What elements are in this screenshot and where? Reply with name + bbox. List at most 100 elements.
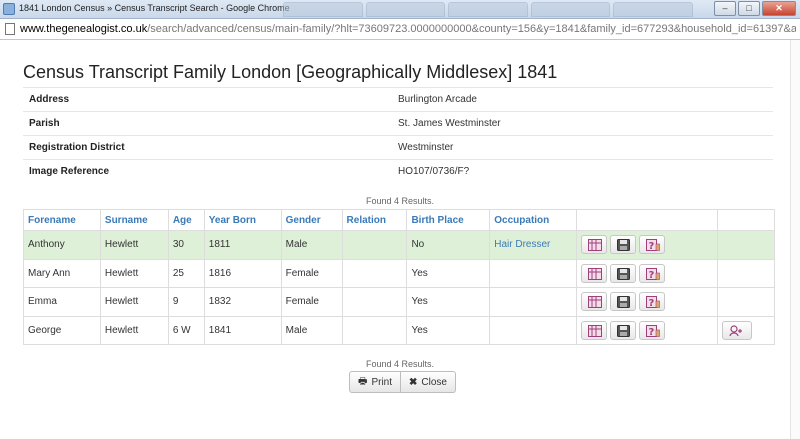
cell-occupation	[489, 315, 578, 345]
cell-relation	[341, 230, 408, 260]
cell-extra	[717, 258, 775, 288]
cell-relation	[341, 315, 408, 345]
table-row: Anthony Hewlett 30 1811 Male No Hair Dresser?	[23, 230, 775, 260]
cell-extra	[717, 287, 775, 317]
column-header-occupation[interactable]: Occupation	[489, 209, 578, 231]
cell-gender: Male	[280, 315, 343, 345]
page-title: Census Transcript Family London [Geograp…	[23, 62, 558, 82]
cell-age: 6 W	[167, 315, 205, 345]
save-disk-icon	[617, 239, 631, 252]
help-question-button[interactable]: ?	[639, 235, 666, 255]
browser-tab[interactable]	[448, 2, 528, 17]
cell-forename: Mary Ann	[23, 258, 101, 288]
help-question-icon: ?	[646, 324, 660, 337]
cell-year-born: 1832	[203, 287, 282, 317]
cell-birth-place: Yes	[406, 315, 491, 345]
print-button[interactable]: 🖶 Print	[349, 371, 402, 393]
household-info-table: Address Burlington Arcade Parish St. Jam…	[23, 87, 773, 184]
cell-birth-place: Yes	[406, 258, 491, 288]
scrollbar[interactable]	[790, 40, 800, 439]
info-row: Address Burlington Arcade	[23, 87, 773, 112]
column-header-surname[interactable]: Surname	[99, 209, 169, 231]
cell-actions: ?	[576, 230, 718, 260]
cell-extra	[717, 230, 775, 260]
census-image-icon	[588, 267, 603, 280]
column-header-relation[interactable]: Relation	[341, 209, 408, 231]
svg-text:?: ?	[649, 270, 655, 280]
info-label: Image Reference	[23, 159, 398, 184]
save-disk-button[interactable]	[610, 263, 637, 283]
cell-age: 30	[167, 230, 205, 260]
page-icon	[5, 23, 15, 35]
census-image-button[interactable]	[581, 292, 608, 312]
help-question-icon: ?	[646, 267, 660, 280]
save-disk-icon	[617, 324, 631, 337]
results-count-bottom: Found 4 Results.	[365, 359, 435, 369]
maximize-button[interactable]: □	[738, 1, 760, 16]
cell-gender: Female	[280, 258, 343, 288]
cell-forename: Anthony	[23, 230, 101, 260]
url-path: /search/advanced/census/main-family/?hlt…	[147, 23, 796, 35]
census-image-icon	[588, 296, 603, 309]
help-question-button[interactable]: ?	[639, 263, 666, 283]
browser-tab[interactable]	[283, 2, 363, 17]
save-disk-button[interactable]	[610, 235, 637, 255]
cell-occupation	[489, 287, 578, 317]
cell-surname: Hewlett	[99, 258, 169, 288]
close-window-button[interactable]: ✕	[762, 1, 796, 16]
cell-age: 25	[167, 258, 205, 288]
info-value: HO107/0736/F?	[398, 159, 773, 184]
help-question-button[interactable]: ?	[639, 320, 666, 340]
dialog-buttons: 🖶 Print ✖ Close	[349, 371, 456, 393]
census-image-button[interactable]	[581, 235, 608, 255]
cell-relation	[341, 258, 408, 288]
cell-occupation: Hair Dresser	[489, 230, 578, 260]
cell-year-born: 1811	[203, 230, 282, 260]
column-header-forename[interactable]: Forename	[23, 209, 101, 231]
column-header-extra	[717, 209, 775, 231]
cell-year-born: 1816	[203, 258, 282, 288]
info-value: Westminster	[398, 135, 773, 160]
save-disk-icon	[617, 296, 631, 309]
occupation-link[interactable]: Hair Dresser	[494, 239, 550, 250]
help-question-icon: ?	[646, 296, 660, 309]
help-question-button[interactable]: ?	[639, 292, 666, 312]
cell-occupation	[489, 258, 578, 288]
cell-surname: Hewlett	[99, 287, 169, 317]
table-row: Emma Hewlett 9 1832 Female Yes?	[23, 287, 775, 317]
address-bar[interactable]: www.thegenealogist.co.uk/search/advanced…	[0, 19, 800, 40]
info-label: Registration District	[23, 135, 398, 160]
browser-tab[interactable]	[613, 2, 693, 17]
url-text[interactable]: www.thegenealogist.co.uk/search/advanced…	[20, 23, 796, 35]
close-icon: ✖	[409, 376, 418, 388]
info-row: Registration District Westminster	[23, 135, 773, 160]
column-header-age[interactable]: Age	[167, 209, 205, 231]
cell-birth-place: No	[406, 230, 491, 260]
browser-tab[interactable]	[530, 2, 611, 17]
save-disk-button[interactable]	[610, 292, 637, 312]
close-button[interactable]: ✖ Close	[401, 371, 456, 393]
svg-text:?: ?	[649, 327, 655, 337]
printer-icon: 🖶	[358, 375, 368, 387]
page-content: Census Transcript Family London [Geograp…	[0, 40, 800, 439]
column-header-actions	[576, 209, 718, 231]
minimize-button[interactable]: –	[714, 1, 736, 16]
close-label: Close	[421, 376, 447, 388]
svg-text:?: ?	[649, 241, 655, 251]
related-person-button[interactable]	[722, 320, 752, 340]
cell-gender: Female	[280, 287, 343, 317]
census-image-button[interactable]	[581, 263, 608, 283]
column-header-birth-place[interactable]: Birth Place	[406, 209, 491, 231]
info-value: St. James Westminster	[398, 111, 773, 136]
cell-relation	[341, 287, 408, 317]
column-header-gender[interactable]: Gender	[280, 209, 343, 231]
census-image-button[interactable]	[581, 320, 608, 340]
cell-gender: Male	[280, 230, 343, 260]
save-disk-button[interactable]	[610, 320, 637, 340]
table-row: George Hewlett 6 W 1841 Male Yes?	[23, 315, 775, 345]
cell-surname: Hewlett	[99, 230, 169, 260]
svg-text:?: ?	[649, 298, 655, 308]
column-header-year-born[interactable]: Year Born	[203, 209, 282, 231]
browser-tab[interactable]	[365, 2, 446, 17]
cell-forename: George	[23, 315, 101, 345]
